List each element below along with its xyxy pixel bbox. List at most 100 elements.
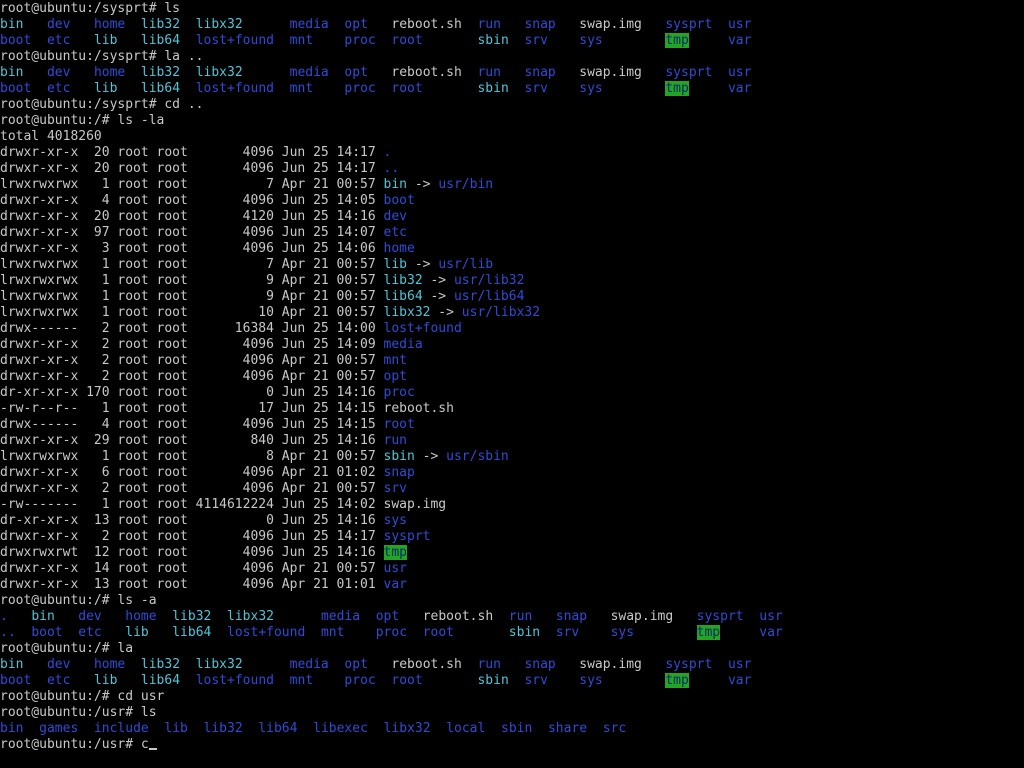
terminal-text-segment: sys (579, 673, 666, 688)
terminal-text-segment: drwxr-xr-x 2 root root 4096 Jun 25 14:09 (0, 337, 384, 352)
terminal-text-segment: tmp (696, 625, 721, 640)
terminal-text-segment: lib (164, 721, 204, 736)
terminal-line: .. boot etc lib lib64 lost+found mnt pro… (0, 625, 1024, 641)
terminal-line: bin dev home lib32 libx32 media opt rebo… (0, 17, 1024, 33)
terminal-text-segment: swap.img (579, 657, 666, 672)
terminal-text-segment: bin (383, 177, 407, 192)
terminal-text-segment: libx32 (195, 657, 290, 672)
terminal-text-segment: sysprt (665, 657, 728, 672)
terminal-text-segment: boot (0, 673, 47, 688)
terminal-text-segment: libx32 (227, 609, 321, 624)
terminal-text-segment: lib32 (140, 17, 196, 32)
terminal-text-segment: usr (383, 561, 407, 576)
terminal-text-segment: lib64 (140, 81, 196, 96)
terminal-text-segment: etc (383, 225, 407, 240)
terminal-text-segment: bin (0, 17, 47, 32)
terminal-text-segment: opt (344, 17, 392, 32)
terminal-text-segment: -rw-r--r-- 1 root root 17 Jun 25 14:15 (0, 401, 384, 416)
command-prompt-line[interactable]: root@ubuntu:/usr# c (0, 737, 1024, 753)
terminal-text-segment: usr (727, 17, 752, 32)
terminal-text-segment: libx32 (383, 721, 447, 736)
terminal-text-segment: sysprt (665, 17, 728, 32)
terminal-line: dr-xr-xr-x 13 root root 0 Jun 25 14:16 s… (0, 513, 1024, 529)
terminal-text-segment: .. (0, 625, 32, 640)
terminal-text-segment: libx32 (383, 305, 431, 320)
terminal-text-segment: srv (524, 673, 580, 688)
terminal-text-segment: mnt (289, 81, 345, 96)
terminal-text-segment: drwxr-xr-x 20 root root 4096 Jun 25 14:1… (0, 145, 384, 160)
terminal-line: drwxrwxrwt 12 root root 4096 Jun 25 14:1… (0, 545, 1024, 561)
terminal-text-segment: sys (579, 81, 666, 96)
terminal-text-segment: drwxrwxrwt 12 root root 4096 Jun 25 14:1… (0, 545, 384, 560)
terminal-text-segment: swap.img (579, 17, 666, 32)
terminal-text-segment: var (759, 625, 783, 640)
terminal-line: lrwxrwxrwx 1 root root 9 Apr 21 00:57 li… (0, 273, 1024, 289)
terminal-text-segment: lib64 (258, 721, 314, 736)
terminal-text-segment: sbin (508, 625, 556, 640)
terminal-line: drwxr-xr-x 29 root root 840 Jun 25 14:16… (0, 433, 1024, 449)
terminal-text-segment: -> (422, 273, 454, 288)
terminal-text-segment: root@ubuntu:/sysprt# ls (0, 1, 181, 16)
terminal-text-segment: bin (0, 65, 47, 80)
terminal-text-segment: lib (93, 673, 141, 688)
terminal-line: -rw-r--r-- 1 root root 17 Jun 25 14:15 r… (0, 401, 1024, 417)
terminal-text-segment: dev (46, 657, 94, 672)
terminal-line: drwxr-xr-x 20 root root 4096 Jun 25 14:1… (0, 145, 1024, 161)
terminal-text-segment: usr/bin (438, 177, 494, 192)
terminal-text-segment: var (727, 81, 752, 96)
terminal-text-segment: var (727, 33, 752, 48)
terminal-text-segment: etc (46, 81, 94, 96)
terminal-text-segment: root (391, 673, 478, 688)
terminal-line: boot etc lib lib64 lost+found mnt proc r… (0, 673, 1024, 689)
terminal-line: drwxr-xr-x 20 root root 4120 Jun 25 14:1… (0, 209, 1024, 225)
terminal-line: . bin dev home lib32 libx32 media opt re… (0, 609, 1024, 625)
terminal-text-segment: lib32 (383, 273, 423, 288)
terminal-text-segment: include (93, 721, 165, 736)
terminal-line: root@ubuntu:/# la (0, 641, 1024, 657)
terminal-text-segment: opt (383, 369, 407, 384)
terminal-text-segment: reboot.sh (391, 17, 478, 32)
terminal-text-segment: lrwxrwxrwx 1 root root 9 Apr 21 00:57 (0, 273, 384, 288)
terminal-text-segment: mnt (383, 353, 407, 368)
terminal-text-segment: root (391, 33, 478, 48)
terminal-text-segment: media (289, 657, 345, 672)
terminal-window[interactable]: root@ubuntu:/sysprt# ls bin dev home lib3… (0, 0, 1024, 768)
terminal-text-segment: -> (407, 257, 439, 272)
terminal-text-segment: -> (414, 449, 447, 464)
terminal-output: root@ubuntu:/sysprt# ls bin dev home lib3… (0, 1, 1024, 737)
terminal-text-segment: srv (383, 481, 407, 496)
terminal-text-segment: opt (344, 65, 392, 80)
terminal-line: drwxr-xr-x 4 root root 4096 Jun 25 14:05… (0, 193, 1024, 209)
terminal-text-segment: bin (0, 721, 40, 736)
terminal-text-segment: local (446, 721, 501, 736)
terminal-line: bin dev home lib32 libx32 media opt rebo… (0, 657, 1024, 673)
terminal-text-segment: usr/lib32 (453, 273, 525, 288)
terminal-text-segment: run (477, 65, 525, 80)
terminal-text-segment: bin (31, 609, 79, 624)
terminal-text-segment: lrwxrwxrwx 1 root root 9 Apr 21 00:57 (0, 289, 384, 304)
terminal-line: boot etc lib lib64 lost+found mnt proc r… (0, 33, 1024, 49)
terminal-text-segment: media (320, 609, 376, 624)
terminal-text-segment: root (383, 417, 415, 432)
terminal-text-segment: lib32 (140, 65, 196, 80)
terminal-text-segment: dev (46, 17, 94, 32)
terminal-text-segment: srv (524, 33, 580, 48)
terminal-line: drwxr-xr-x 2 root root 4096 Apr 21 00:57… (0, 369, 1024, 385)
terminal-text-segment: drwxr-xr-x 97 root root 4096 Jun 25 14:0… (0, 225, 384, 240)
terminal-text-segment: dr-xr-xr-x 170 root root 0 Jun 25 14:16 (0, 385, 384, 400)
terminal-text-segment: usr (727, 65, 752, 80)
terminal-line: drwxr-xr-x 2 root root 4096 Jun 25 14:09… (0, 337, 1024, 353)
command-prompt-input[interactable]: root@ubuntu:/usr# c (0, 737, 149, 752)
terminal-text-segment: sysprt (696, 609, 760, 624)
terminal-text-segment: etc (46, 33, 94, 48)
terminal-text-segment: drwx------ 2 root root 16384 Jun 25 14:0… (0, 321, 384, 336)
terminal-text-segment: run (477, 17, 525, 32)
terminal-text-segment: media (383, 337, 423, 352)
terminal-line: lrwxrwxrwx 1 root root 7 Apr 21 00:57 bi… (0, 177, 1024, 193)
terminal-text-segment: lib (383, 257, 407, 272)
terminal-text-segment: lost+found (195, 673, 290, 688)
terminal-text-segment: boot (0, 33, 47, 48)
